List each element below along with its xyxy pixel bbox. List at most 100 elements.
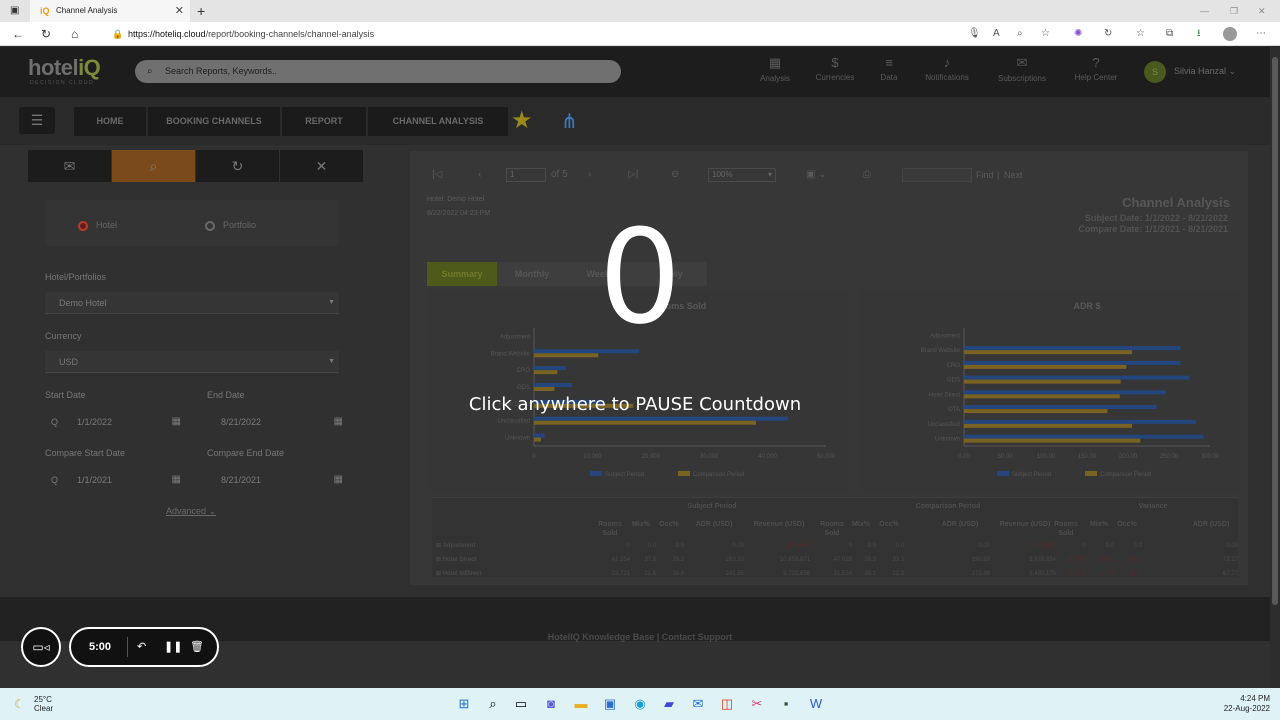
refresh-button[interactable]: ↻ (196, 150, 279, 182)
breadcrumb-booking-channels[interactable]: BOOKING CHANNELS (148, 107, 280, 136)
office-icon[interactable]: ◫ (719, 696, 735, 712)
print-icon[interactable]: ⎙ (863, 163, 871, 187)
edge-browser-icon[interactable]: ◉ (632, 696, 648, 712)
browser-tab[interactable]: iQ Channel Analysis ✕ (30, 0, 190, 22)
end-date-field[interactable]: 8/21/2022 ▦ (207, 411, 343, 433)
prev-page-icon[interactable]: ‹ (478, 163, 481, 187)
table-row-name[interactable]: ⊞ Hotel InDirect (436, 570, 482, 578)
advanced-link[interactable]: Advanced ⌄ (166, 506, 216, 517)
column-header[interactable]: Rooms Sold (1046, 520, 1086, 538)
next-link[interactable]: Next (1004, 163, 1023, 187)
radio-portfolio[interactable]: Portfolio (205, 219, 256, 231)
search-input[interactable]: ⌕ Search Reports, Keywords.. (135, 60, 621, 83)
compare-start-field[interactable]: Q 1/1/2021 ▦ (45, 469, 181, 491)
first-page-icon[interactable]: |◁ (432, 163, 442, 187)
column-header[interactable]: Mix% (1084, 520, 1114, 529)
zoom-icon[interactable]: ⌕ (1017, 22, 1023, 46)
trash-icon[interactable]: 🗑 (190, 629, 204, 665)
search-icon[interactable]: ⌕ (485, 696, 501, 712)
mail-icon[interactable]: ✉ (690, 696, 706, 712)
column-header[interactable]: ADR (USD) (684, 520, 744, 529)
favorite-star-icon[interactable]: ★ (511, 109, 533, 133)
compare-end-field[interactable]: 8/21/2021 ▦ (207, 469, 343, 491)
start-date-field[interactable]: Q 1/1/2022 ▦ (45, 411, 181, 433)
app-icon[interactable]: ▰ (661, 696, 677, 712)
weather-moon-icon[interactable]: ☾ (14, 697, 25, 711)
terminal-icon[interactable]: ▪ (778, 696, 794, 712)
tab-summary[interactable]: Summary (427, 262, 497, 286)
column-header[interactable]: Mix% (626, 520, 656, 529)
file-explorer-icon[interactable]: ▬ (573, 696, 589, 712)
back-icon[interactable]: ← (12, 22, 24, 46)
extension-icon[interactable]: ✺ (1074, 22, 1082, 46)
undo-icon[interactable]: ↶ (137, 629, 146, 665)
task-view-icon[interactable]: ▭ (513, 696, 529, 712)
user-menu[interactable]: S Silvia Hanzal ⌄ (1144, 61, 1236, 83)
save-icon[interactable]: ▣ ⌄ (806, 163, 827, 187)
zoom-select[interactable]: 100% ▾ (708, 168, 776, 182)
calendar-icon[interactable]: ▦ (334, 469, 343, 491)
minimize-icon[interactable]: — (1200, 0, 1209, 22)
chat-icon[interactable]: ◙ (543, 696, 559, 712)
column-header[interactable]: Mix% (846, 520, 876, 529)
find-input[interactable] (902, 168, 972, 182)
clear-button[interactable]: ✕ (280, 150, 363, 182)
refresh-icon[interactable]: ↻ (41, 22, 51, 46)
download-icon[interactable]: ⭳ (1197, 22, 1201, 46)
column-header[interactable]: Revenue (USD) (748, 520, 810, 529)
breadcrumb-home[interactable]: HOME (74, 107, 146, 136)
read-aloud-icon[interactable]: A (993, 22, 1000, 46)
hotel-select[interactable]: Demo Hotel ▼ (45, 292, 339, 314)
microphone-icon[interactable]: 🎙 (968, 22, 981, 46)
page-input[interactable]: 1 (506, 168, 546, 182)
system-clock[interactable]: 4:24 PM 22-Aug-2022 (1200, 694, 1270, 714)
url-field[interactable]: 🔒 https://hoteliq.cloud/report/booking-c… (108, 25, 988, 43)
nav-subscriptions[interactable]: ✉ Subscriptions (987, 55, 1057, 83)
next-page-icon[interactable]: › (588, 163, 591, 187)
more-icon[interactable]: ⋯ (1256, 22, 1266, 46)
table-row-name[interactable]: ⊞ Hotel Direct (436, 556, 476, 564)
share-icon[interactable]: ⋔ (561, 110, 578, 134)
pause-icon[interactable]: ❚❚ (164, 629, 182, 665)
column-header[interactable]: Occ% (654, 520, 684, 529)
pause-countdown-message[interactable]: Click anywhere to PAUSE Countdown (400, 393, 870, 417)
calendar-icon[interactable]: ▦ (172, 469, 181, 491)
snipping-tool-icon[interactable]: ✂ (749, 696, 765, 712)
calendar-icon[interactable]: ▦ (172, 411, 181, 433)
store-icon[interactable]: ▣ (602, 696, 618, 712)
find-link[interactable]: Find (976, 163, 994, 187)
favorite-icon[interactable]: ☆ (1041, 22, 1050, 46)
collections-icon[interactable]: ⧉ (1166, 22, 1173, 46)
new-tab-icon[interactable]: + (197, 0, 205, 22)
table-row-name[interactable]: ⊞ Adjustment (436, 542, 475, 550)
column-header[interactable]: Rooms Sold (590, 520, 630, 538)
hoteliq-logo[interactable]: hoteliQ DECISION CLOUD (28, 55, 101, 86)
close-window-icon[interactable]: ✕ (1258, 0, 1266, 22)
currency-select[interactable]: USD ▼ (45, 351, 339, 373)
countdown-number[interactable]: 0 (560, 212, 720, 342)
maximize-icon[interactable]: ❐ (1230, 0, 1238, 22)
windows-start-icon[interactable]: ⊞ (456, 696, 472, 712)
email-button[interactable]: ✉ (28, 150, 111, 182)
last-page-icon[interactable]: ▷| (628, 163, 638, 187)
back-report-icon[interactable]: ⊖ (671, 163, 679, 187)
camera-button[interactable]: ▭◃ (21, 627, 61, 667)
favorites-bar-icon[interactable]: ☆ (1136, 22, 1145, 46)
word-icon[interactable]: W (808, 696, 824, 712)
column-header[interactable]: Occ% (1112, 520, 1142, 529)
refresh-page-icon[interactable]: ↻ (1104, 22, 1112, 46)
close-tab-icon[interactable]: ✕ (175, 0, 184, 22)
calendar-icon[interactable]: ▦ (334, 411, 343, 433)
nav-notifications[interactable]: ♪ Notifications (912, 55, 982, 82)
column-header[interactable]: ADR (USD) (930, 520, 990, 529)
breadcrumb-report[interactable]: REPORT (282, 107, 366, 136)
window-menu-icon[interactable]: ▣ (10, 0, 19, 22)
tab-monthly[interactable]: Monthly (497, 262, 567, 286)
scrollbar[interactable] (1270, 47, 1280, 688)
scrollbar-thumb[interactable] (1272, 57, 1278, 605)
search-report-button[interactable]: ⌕ (112, 150, 195, 182)
nav-help-center[interactable]: ? Help Center (1061, 55, 1131, 82)
profile-avatar[interactable] (1223, 27, 1237, 41)
radio-hotel[interactable]: Hotel (78, 219, 117, 231)
menu-button[interactable]: ☰ (19, 107, 55, 134)
